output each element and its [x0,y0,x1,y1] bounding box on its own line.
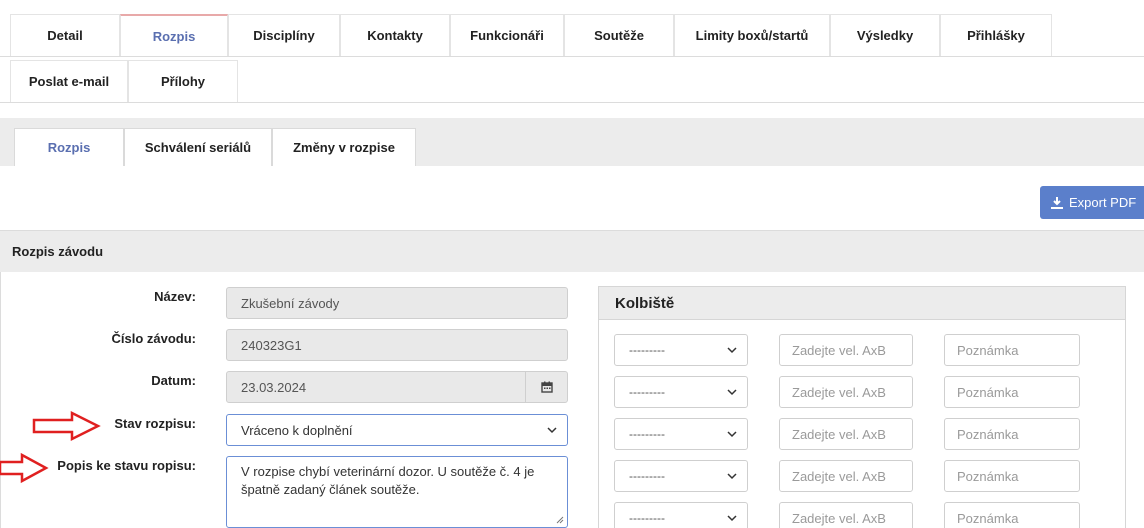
popis-value: V rozpise chybí veterinární dozor. U sou… [241,464,535,497]
kolbiste-note-input[interactable]: Poznámka [944,334,1080,366]
calendar-icon [540,381,553,393]
kolbiste-note-input[interactable]: Poznámka [944,502,1080,528]
kolbiste-select-value: --------- [629,385,665,399]
kolbiste-note-input[interactable]: Poznámka [944,418,1080,450]
kolbiste-size-input[interactable]: Zadejte vel. AxB [779,460,913,492]
kolbiste-select-value: --------- [629,511,665,525]
chevron-down-icon [727,389,737,396]
resize-handle-icon[interactable] [556,516,564,524]
kolbiste-size-input[interactable]: Zadejte vel. AxB [779,502,913,528]
stav-select[interactable]: Vráceno k doplnění [226,414,568,446]
export-pdf-label: Export PDF [1069,195,1137,210]
datum-label: Datum: [151,373,196,388]
red-arrow-icon [0,452,49,484]
tab-poslat-email[interactable]: Poslat e-mail [10,60,128,102]
red-arrow-icon [32,410,101,442]
chevron-down-icon [727,347,737,354]
cislo-label: Číslo závodu: [111,331,196,346]
panel-title: Rozpis závodu [0,230,1144,272]
kolbiste-size-input[interactable]: Zadejte vel. AxB [779,376,913,408]
tab-discipliny[interactable]: Disciplíny [228,14,340,56]
tab-souteze[interactable]: Soutěže [564,14,674,56]
kolbiste-select-value: --------- [629,343,665,357]
tab-row-divider [0,56,1144,57]
kolbiste-select[interactable]: --------- [614,460,748,492]
subtab-rozpis[interactable]: Rozpis [14,128,124,166]
chevron-down-icon [727,473,737,480]
tab-funkcionari[interactable]: Funkcionáři [450,14,564,56]
nazev-field[interactable]: Zkušební závody [226,287,568,319]
chevron-down-icon [727,431,737,438]
kolbiste-select-value: --------- [629,427,665,441]
kolbiste-select[interactable]: --------- [614,418,748,450]
tab-limity[interactable]: Limity boxů/startů [674,14,830,56]
tab-prihlasky[interactable]: Přihlášky [940,14,1052,56]
subtab-schvaleni-serialu[interactable]: Schválení seriálů [124,128,272,166]
tab-rozpis[interactable]: Rozpis [120,14,228,56]
subtab-zmeny-v-rozpise[interactable]: Změny v rozpise [272,128,416,166]
nazev-value: Zkušební závody [241,295,340,311]
cislo-field[interactable]: 240323G1 [226,329,568,361]
kolbiste-select-value: --------- [629,469,665,483]
datum-field[interactable]: 23.03.2024 [226,371,568,403]
kolbiste-title: Kolbiště [598,286,1126,320]
kolbiste-select[interactable]: --------- [614,502,748,528]
nazev-label: Název: [154,289,196,304]
tab-detail[interactable]: Detail [10,14,120,56]
export-pdf-button[interactable]: Export PDF [1040,186,1144,219]
chevron-down-icon [547,427,557,434]
kolbiste-select[interactable]: --------- [614,376,748,408]
download-pdf-icon [1051,196,1063,209]
datum-value: 23.03.2024 [241,379,307,395]
kolbiste-note-input[interactable]: Poznámka [944,460,1080,492]
popis-textarea[interactable]: V rozpise chybí veterinární dozor. U sou… [226,456,568,528]
kolbiste-select[interactable]: --------- [614,334,748,366]
kolbiste-size-input[interactable]: Zadejte vel. AxB [779,334,913,366]
calendar-button[interactable] [525,372,567,402]
tab-row-divider [0,102,1144,103]
chevron-down-icon [727,515,737,522]
cislo-value: 240323G1 [241,337,302,353]
kolbiste-note-input[interactable]: Poznámka [944,376,1080,408]
tab-vysledky[interactable]: Výsledky [830,14,940,56]
tab-kontakty[interactable]: Kontakty [340,14,450,56]
stav-value: Vráceno k doplnění [241,422,353,438]
tab-prilohy[interactable]: Přílohy [128,60,238,102]
kolbiste-size-input[interactable]: Zadejte vel. AxB [779,418,913,450]
